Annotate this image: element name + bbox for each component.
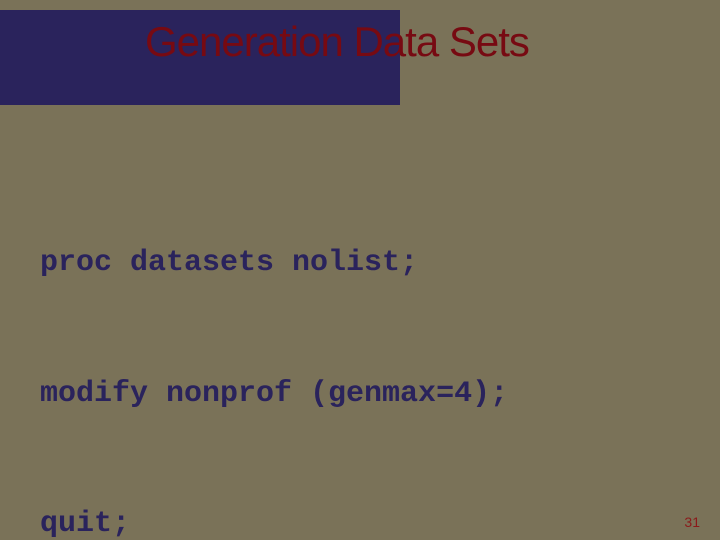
- code-line: proc datasets nolist;: [40, 242, 680, 286]
- code-block: proc datasets nolist; modify nonprof (ge…: [40, 155, 680, 540]
- code-line: quit;: [40, 503, 680, 540]
- slide-container: Generation Data Sets proc datasets nolis…: [0, 0, 720, 540]
- slide-title: Generation Data Sets: [145, 18, 529, 66]
- code-line: modify nonprof (genmax=4);: [40, 373, 680, 417]
- page-number: 31: [684, 514, 700, 530]
